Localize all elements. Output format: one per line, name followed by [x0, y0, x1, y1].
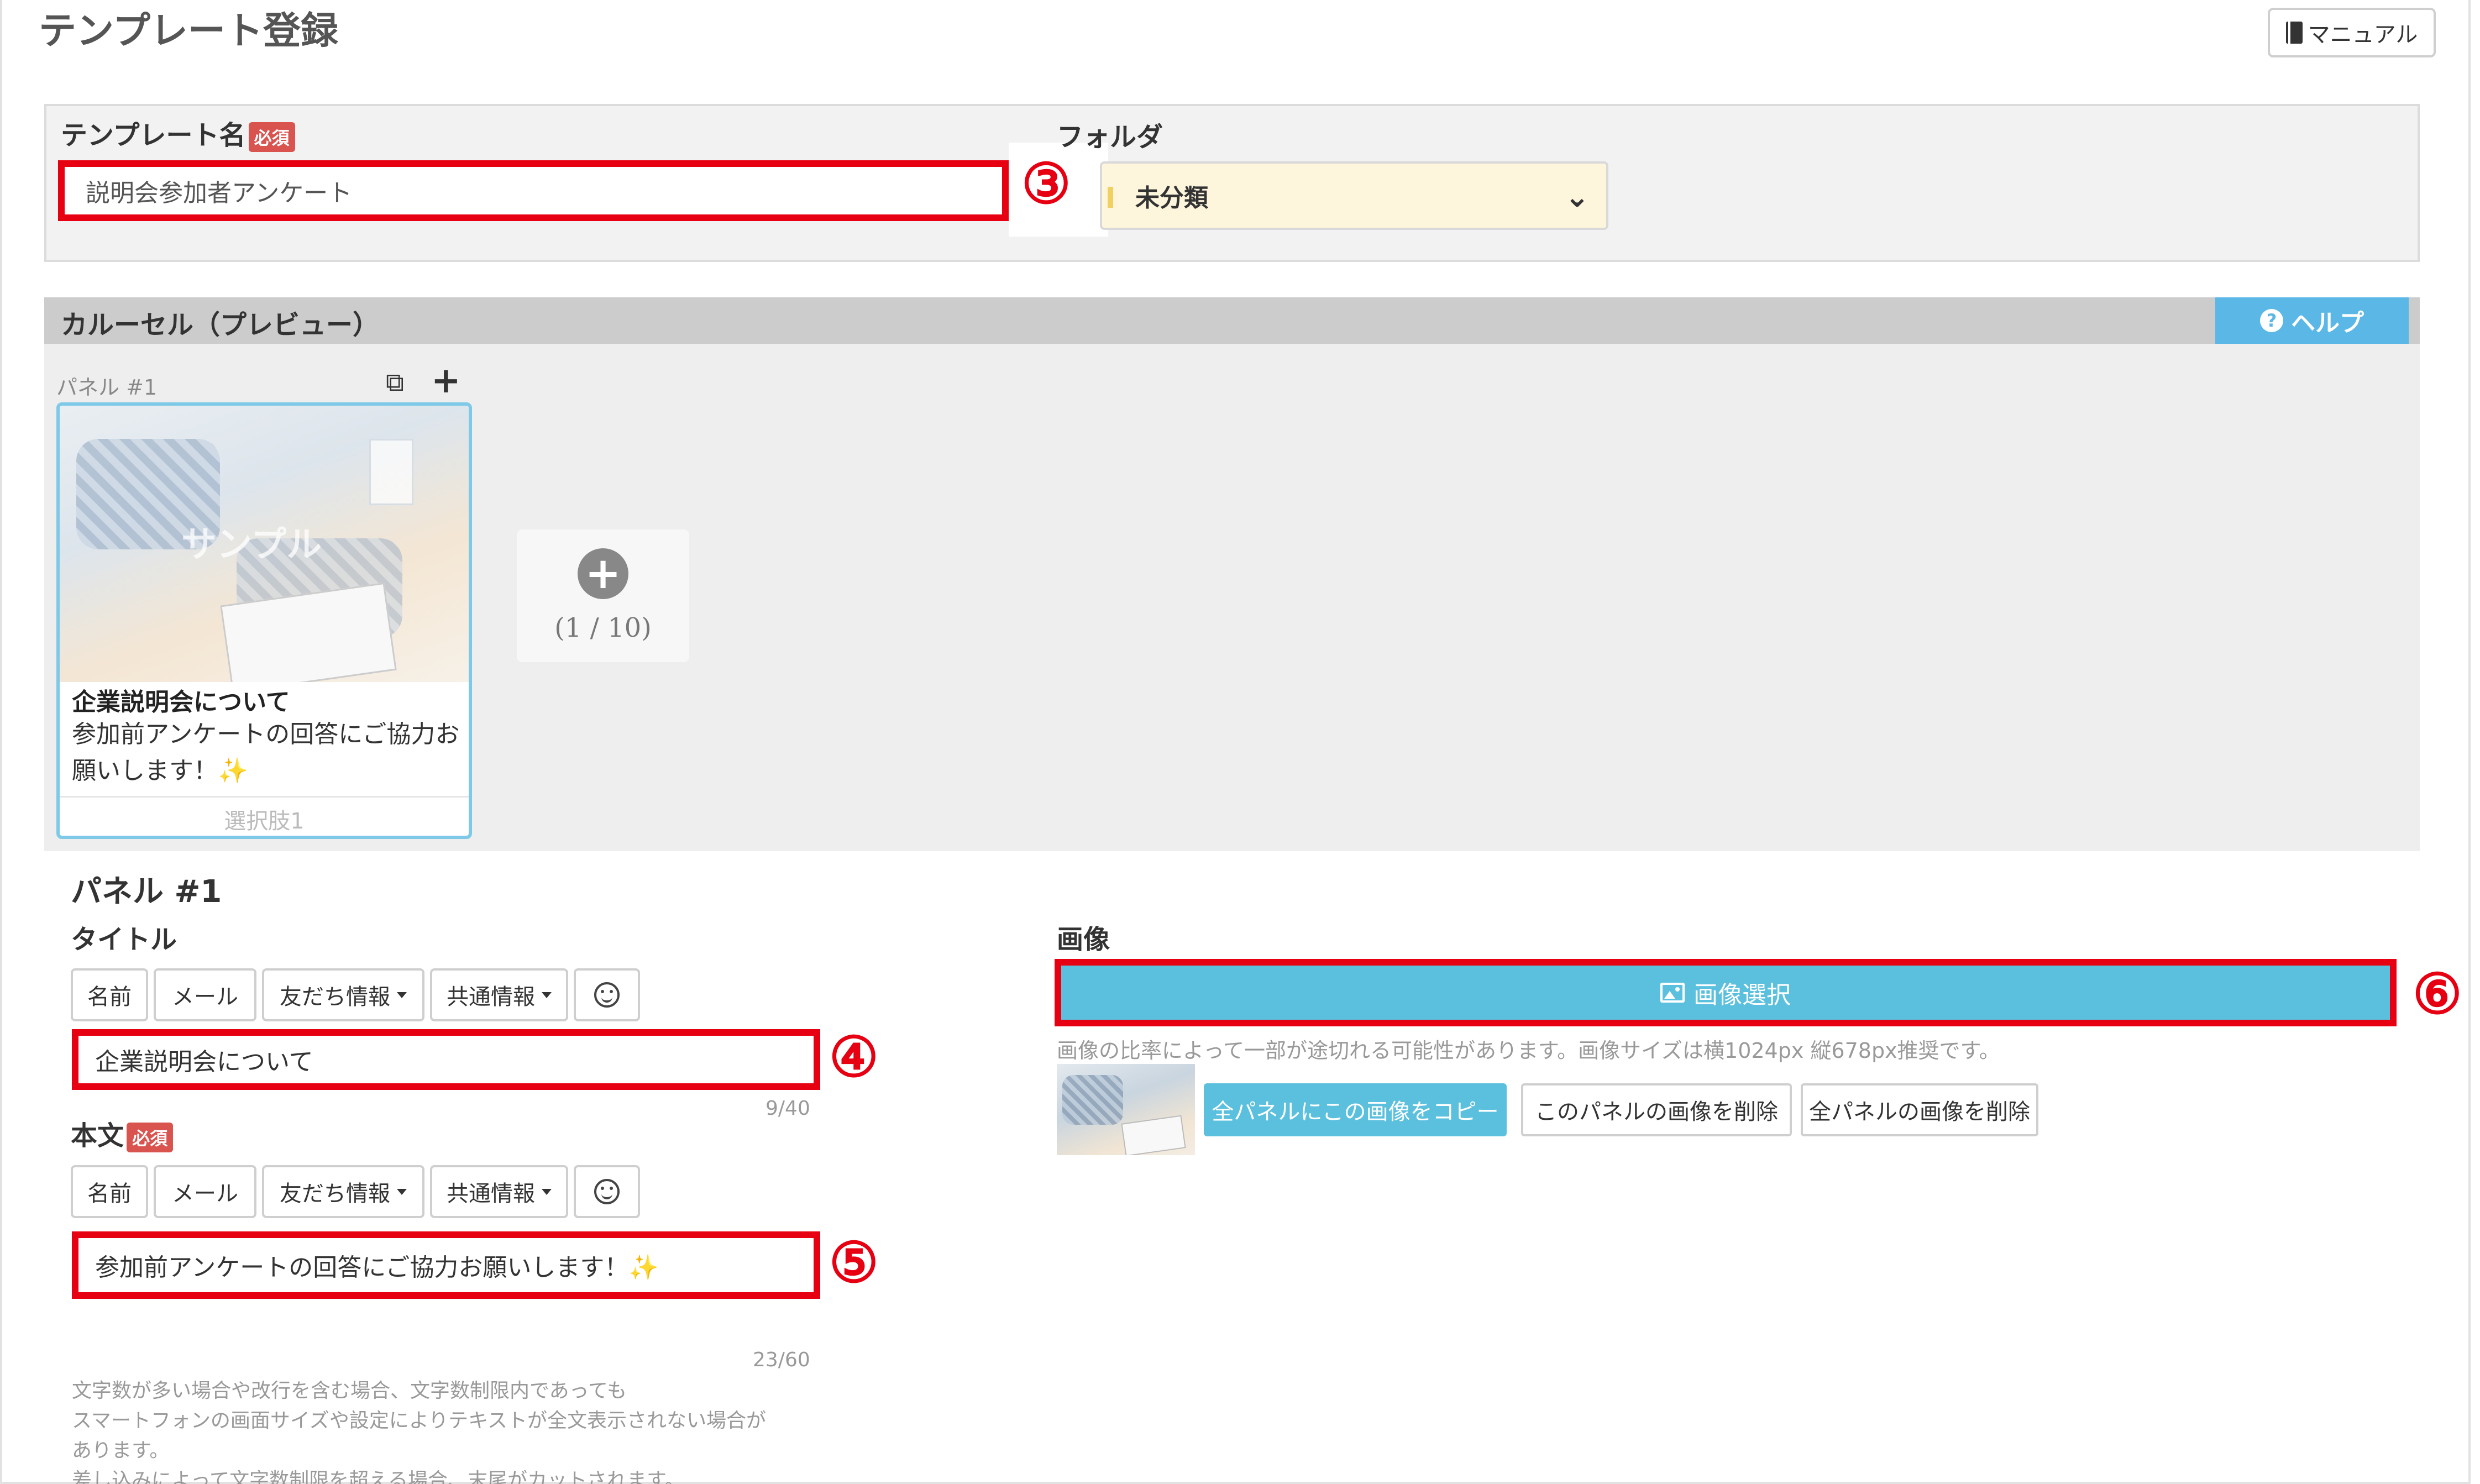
emoji-button[interactable]	[574, 968, 640, 1021]
insert-common-info-dropdown[interactable]: 共通情報	[430, 968, 568, 1021]
sample-watermark: サンプル	[181, 525, 322, 565]
card-image: サンプル	[60, 406, 469, 682]
carousel-title: カルーセル（プレビュー）	[61, 310, 380, 340]
manual-label: マニュアル	[2308, 22, 2418, 48]
insert-common-info-dropdown[interactable]: 共通情報	[430, 1165, 568, 1218]
insert-name-button[interactable]: 名前	[71, 968, 148, 1021]
folder-label: フォルダ	[1057, 122, 1163, 153]
note-line: スマートフォンの画面サイズや設定によりテキストが全文表示されない場合が	[72, 1409, 767, 1432]
carousel-header	[44, 297, 2420, 344]
folder-select[interactable]: 未分類 ⌄	[1100, 161, 1608, 230]
insert-mail-button[interactable]: メール	[154, 1165, 256, 1218]
book-icon	[2285, 22, 2303, 44]
panel-count: (1 / 10)	[554, 612, 652, 643]
note-line: 文字数が多い場合や改行を含む場合、文字数制限内であっても	[72, 1380, 627, 1402]
insert-mail-button[interactable]: メール	[154, 968, 256, 1021]
title-label: タイトル	[71, 924, 177, 955]
friend-info-label: 友だち情報	[280, 984, 390, 1010]
help-button[interactable]: ? ヘルプ	[2215, 297, 2409, 344]
delete-all-images-button[interactable]: 全パネルの画像を削除	[1801, 1083, 2038, 1136]
insert-friend-info-dropdown[interactable]: 友だち情報	[262, 1165, 424, 1218]
common-info-label: 共通情報	[447, 1181, 535, 1207]
body-label: 本文	[71, 1120, 124, 1151]
title-char-counter: 9/40	[766, 1097, 810, 1120]
insert-name-button[interactable]: 名前	[71, 1165, 148, 1218]
callout-4: ④	[829, 1024, 879, 1089]
picture-icon	[1660, 983, 1685, 1003]
image-detail	[1062, 1075, 1123, 1125]
body-textarea[interactable]: 参加前アンケートの回答にご協力お願いします！✨	[72, 1231, 820, 1299]
emoji-button[interactable]	[574, 1165, 640, 1218]
required-badge: 必須	[127, 1123, 174, 1152]
carousel-card[interactable]: サンプル 企業説明会について 参加前アンケートの回答にご協力お願いします！✨ 選…	[56, 402, 472, 839]
friend-info-label: 友だち情報	[280, 1181, 390, 1207]
delete-panel-image-button[interactable]: このパネルの画像を削除	[1521, 1083, 1792, 1136]
note-line: 差し込みによって文字数制限を超える場合、末尾がカットされます。	[72, 1469, 685, 1484]
add-circle-icon: +	[578, 548, 628, 599]
card-title: 企業説明会について	[72, 688, 290, 716]
folder-color-marker	[1108, 187, 1113, 208]
page-title: テンプレート登録	[39, 9, 338, 53]
template-name-label-row: テンプレート名 必須	[61, 113, 295, 152]
card-choice-button[interactable]: 選択肢1	[60, 796, 469, 836]
image-select-label: 画像選択	[1693, 981, 1791, 1009]
body-char-counter: 23/60	[753, 1349, 810, 1371]
manual-button[interactable]: マニュアル	[2268, 8, 2436, 57]
image-thumbnail	[1057, 1064, 1195, 1155]
image-size-note: 画像の比率によって一部が途切れる可能性があります。画像サイズは横1024px 縦…	[1057, 1039, 2000, 1063]
template-name-label: テンプレート名	[61, 120, 246, 151]
callout-3: ③	[1021, 151, 1071, 216]
caret-down-icon	[397, 992, 407, 998]
insert-friend-info-dropdown[interactable]: 友だち情報	[262, 968, 424, 1021]
image-detail	[1121, 1115, 1186, 1155]
required-badge: 必須	[248, 122, 295, 152]
panel-heading: パネル #1	[71, 874, 222, 910]
title-input[interactable]: 企業説明会について	[72, 1029, 820, 1090]
copy-image-all-panels-button[interactable]: 全パネルにこの画像をコピー	[1204, 1083, 1507, 1136]
common-info-label: 共通情報	[447, 984, 535, 1010]
help-label: ヘルプ	[2291, 309, 2364, 337]
body-insert-toolbar: 名前 メール 友だち情報 共通情報	[71, 1165, 640, 1218]
panel-number-label: パネル #1	[56, 375, 158, 400]
caret-down-icon	[397, 1188, 407, 1195]
image-select-button[interactable]: 画像選択	[1055, 959, 2397, 1026]
emoji-icon	[594, 1179, 620, 1204]
image-label: 画像	[1057, 924, 1110, 955]
title-insert-toolbar: 名前 メール 友だち情報 共通情報	[71, 968, 640, 1021]
note-line: あります。	[72, 1439, 170, 1462]
chevron-down-icon: ⌄	[1564, 179, 1590, 214]
callout-6: ⑥	[2413, 961, 2462, 1026]
emoji-icon	[594, 982, 620, 1008]
template-name-input[interactable]: 説明会参加者アンケート	[58, 160, 1009, 221]
text-limit-note: 文字数が多い場合や改行を含む場合、文字数制限内であっても スマートフォンの画面サ…	[72, 1376, 846, 1484]
card-text: 参加前アンケートの回答にご協力お願いします！✨	[72, 720, 460, 785]
image-detail	[369, 439, 413, 505]
callout-5: ⑤	[829, 1230, 879, 1295]
caret-down-icon	[542, 992, 552, 998]
caret-down-icon	[542, 1188, 552, 1195]
folder-selected-value: 未分類	[1135, 184, 1208, 212]
add-panel-button[interactable]: + (1 / 10)	[517, 529, 689, 662]
question-icon: ?	[2260, 309, 2283, 332]
body-label-row: 本文 必須	[71, 1114, 174, 1152]
copy-icon[interactable]: ⧉	[386, 367, 404, 398]
plus-icon[interactable]: +	[431, 360, 461, 401]
